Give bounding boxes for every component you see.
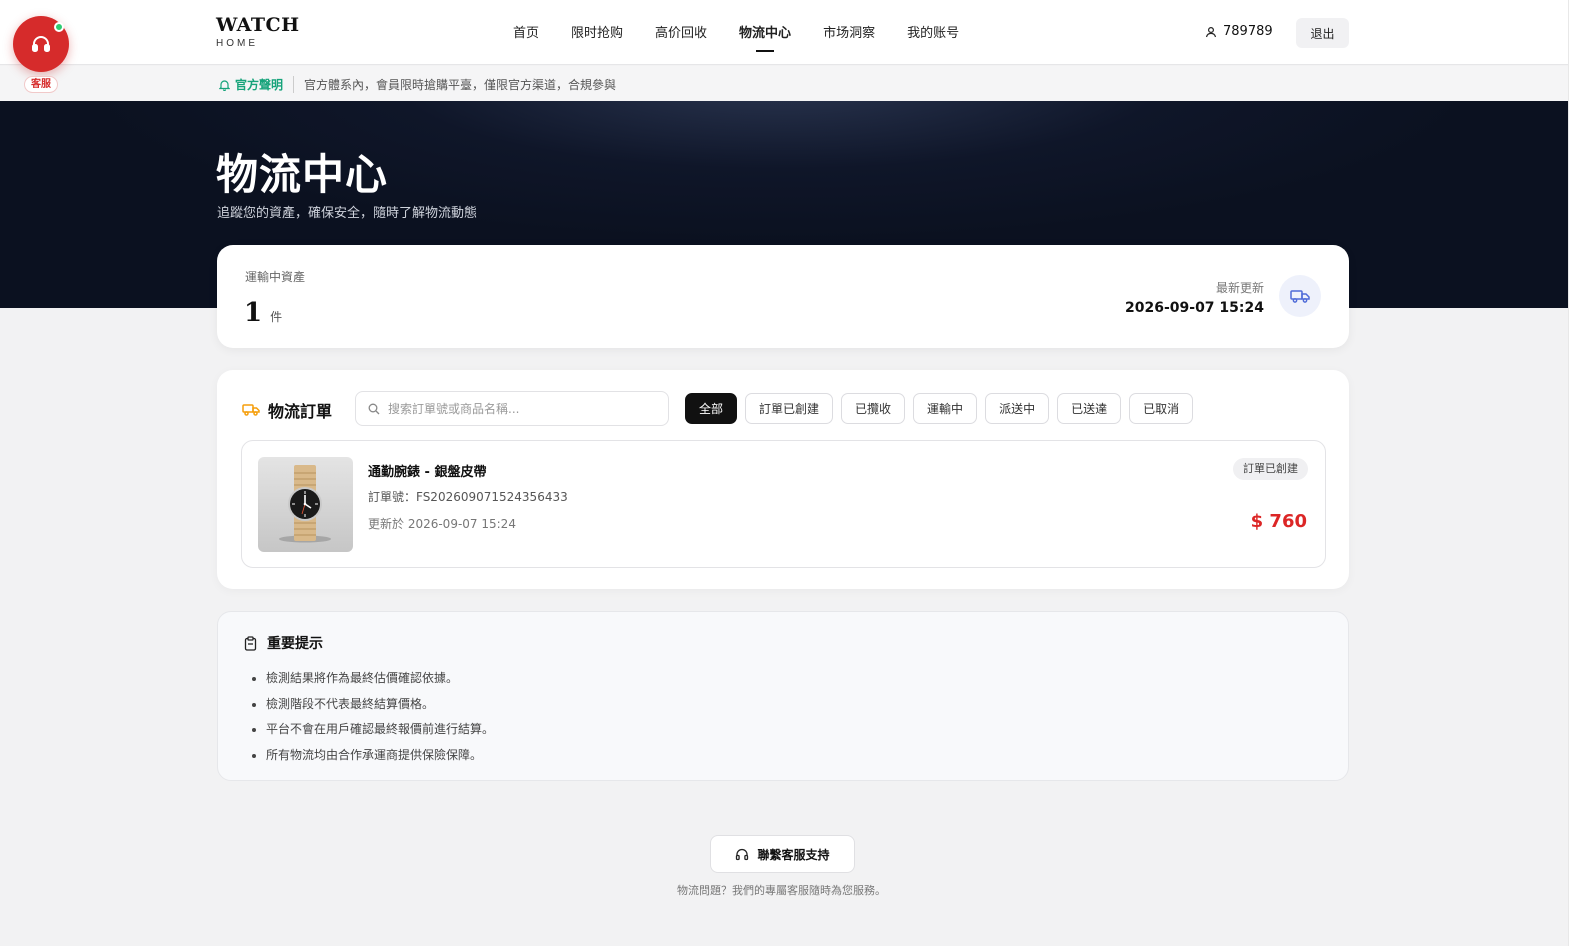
top-header: WATCH HOME 首页 限时抢购 高价回收 物流中心 市场洞察 我的账号 7… [0, 0, 1568, 65]
page-title: 物流中心 [216, 150, 389, 199]
bell-icon [219, 79, 230, 91]
order-updated-time: 更新於 2026-09-07 15:24 [368, 517, 516, 531]
order-search[interactable] [355, 391, 669, 426]
truck-icon [1290, 290, 1310, 303]
username: 789789 [1223, 24, 1273, 39]
search-icon [368, 403, 380, 414]
notice-tag: 官方聲明 [235, 76, 295, 93]
support-note: 物流問題？我們的專屬客服隨時為您服務。 [677, 884, 886, 897]
logout-button[interactable]: 退出 [1296, 18, 1349, 48]
tips-title-text: 重要提示 [267, 636, 323, 652]
nav-home[interactable]: 首页 [513, 22, 539, 41]
in-transit-label: 運輸中資產 [245, 270, 306, 284]
truck-icon [242, 404, 260, 416]
filter-cancelled[interactable]: 已取消 [1129, 393, 1194, 424]
tips-title: 重要提示 [244, 633, 323, 653]
filter-created[interactable]: 訂單已創建 [745, 393, 834, 424]
clipboard-icon [244, 635, 257, 651]
tips-list: 檢測結果將作為最終估價確認依據。 檢測階段不代表最終結算價格。 平台不會在用戶確… [266, 669, 494, 771]
filter-all[interactable]: 全部 [685, 393, 738, 424]
contact-support-button[interactable]: 聯繫客服支持 [710, 835, 855, 873]
tip-item: 檢測階段不代表最終結算價格。 [266, 695, 494, 712]
support-fab-label[interactable]: 客服 [24, 76, 58, 93]
tip-item: 所有物流均由合作承運商提供保險保障。 [266, 746, 494, 763]
support-fab[interactable] [13, 16, 69, 72]
filter-delivered[interactable]: 已送達 [1057, 393, 1122, 424]
status-filters: 全部 訂單已創建 已攬收 運輸中 派送中 已送達 已取消 [685, 393, 1201, 424]
last-updated: 最新更新 2026-09-07 15:24 [1125, 279, 1264, 316]
notice-text: 官方體系內，會員限時搶購平臺，僅限官方渠道，合規參與 [304, 78, 617, 92]
important-tips: 重要提示 檢測結果將作為最終估價確認依據。 檢測階段不代表最終結算價格。 平台不… [217, 611, 1349, 781]
product-image [258, 457, 353, 552]
orders-title: 物流訂單 [242, 398, 332, 422]
status-badge: 訂單已創建 [1233, 458, 1308, 480]
headset-icon [32, 36, 50, 52]
filter-picked-up[interactable]: 已攬收 [841, 393, 906, 424]
search-input[interactable] [388, 401, 658, 416]
order-number: 訂單號：FS202609071524356433 [368, 490, 568, 504]
nav-logistics[interactable]: 物流中心 [739, 22, 791, 41]
nav-recycle[interactable]: 高价回收 [655, 22, 707, 41]
page-subtitle: 追蹤您的資產，確保安全，隨時了解物流動態 [217, 206, 478, 221]
order-price: $ 760 [1250, 511, 1307, 532]
orders-card: 物流訂單 全部 訂單已創建 已攬收 運輸中 派送中 已送達 已取消 [217, 370, 1349, 589]
product-name[interactable]: 通勤腕錶 - 銀盤皮帶 [368, 461, 486, 480]
filter-in-transit[interactable]: 運輸中 [913, 393, 978, 424]
updated-label: 最新更新 [1215, 281, 1264, 295]
tip-item: 平台不會在用戶確認最終報價前進行結算。 [266, 720, 494, 737]
logo-main: WATCH [216, 14, 300, 36]
count-value: 1 [244, 298, 263, 328]
scrollbar[interactable] [1568, 0, 1596, 946]
contact-support-label: 聯繫客服支持 [757, 847, 830, 862]
count-unit: 件 [270, 310, 283, 324]
user-info[interactable]: 789789 [1205, 24, 1273, 39]
nav-flash-sale[interactable]: 限时抢购 [571, 22, 623, 41]
logo-sub: HOME [216, 38, 258, 49]
truck-badge [1279, 275, 1321, 317]
notice-bar: 官方聲明 官方體系內，會員限時搶購平臺，僅限官方渠道，合規參與 [0, 66, 1568, 101]
in-transit-count: 1 件 [244, 298, 282, 328]
order-row[interactable]: 通勤腕錶 - 銀盤皮帶 訂單號：FS202609071524356433 更新於… [241, 440, 1326, 568]
main-nav: 首页 限时抢购 高价回收 物流中心 市场洞察 我的账号 [513, 22, 991, 41]
headset-icon [736, 848, 749, 860]
nav-my-account[interactable]: 我的账号 [907, 22, 959, 41]
updated-time: 2026-09-07 15:24 [1125, 300, 1264, 316]
online-dot [54, 22, 64, 32]
site-logo[interactable]: WATCH HOME [216, 14, 300, 49]
orders-title-text: 物流訂單 [268, 402, 333, 421]
filter-delivering[interactable]: 派送中 [985, 393, 1050, 424]
user-icon [1205, 26, 1217, 37]
summary-card: 運輸中資產 1 件 最新更新 2026-09-07 15:24 [217, 245, 1349, 348]
tip-item: 檢測結果將作為最終估價確認依據。 [266, 669, 494, 686]
nav-market-insight[interactable]: 市场洞察 [823, 22, 875, 41]
